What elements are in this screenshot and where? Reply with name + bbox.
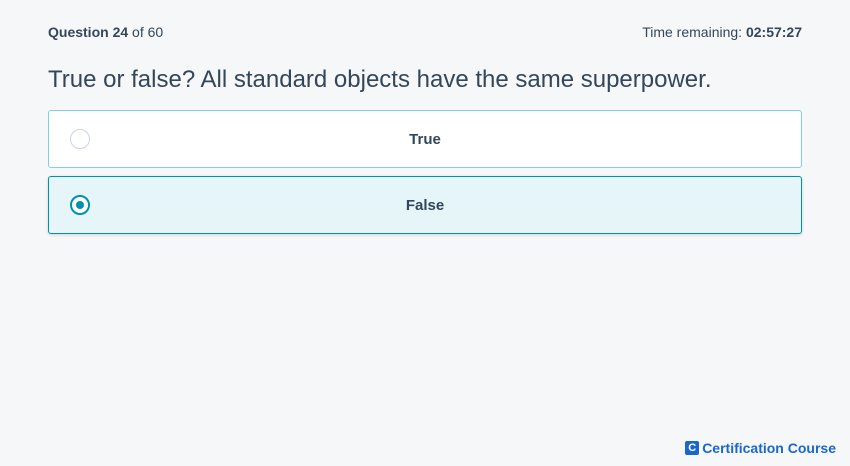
brand-name: Certification Course [702,440,836,456]
brand-logo: C Certification Course [685,440,836,456]
question-counter: Question 24 of 60 [48,24,163,40]
exam-header: Question 24 of 60 Time remaining: 02:57:… [48,24,802,40]
question-number: 24 [112,24,129,40]
answer-option-true[interactable]: True [48,110,802,168]
timer: Time remaining: 02:57:27 [642,24,802,40]
answer-label-false: False [405,196,445,214]
radio-button-false[interactable] [70,195,90,215]
question-total: of 60 [132,24,164,40]
question-prefix: Question [48,24,109,40]
brand-logo-icon: C [685,441,700,455]
exam-page: Question 24 of 60 Time remaining: 02:57:… [0,0,850,466]
timer-label: Time remaining: [642,24,743,40]
answer-option-false[interactable]: False [48,176,802,234]
timer-value: 02:57:27 [745,24,802,40]
question-text: True or false? All standard objects have… [48,66,712,93]
answer-label-true: True [409,130,441,148]
radio-button-true[interactable] [70,129,90,149]
